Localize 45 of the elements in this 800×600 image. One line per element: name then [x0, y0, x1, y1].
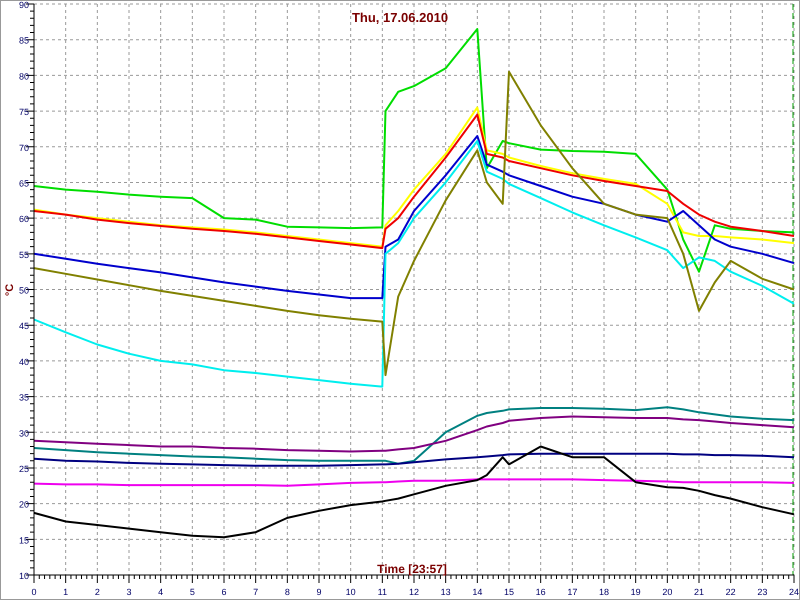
tick-label: 80: [18, 71, 29, 82]
tick-label: 1: [63, 587, 68, 597]
tick-label: 70: [18, 142, 29, 153]
tick-label: 90: [18, 1, 29, 10]
tick-label: 20: [18, 500, 29, 510]
tick-label: 17: [567, 587, 578, 597]
tick-label: 14: [472, 587, 482, 597]
tick-label: 7: [253, 587, 258, 597]
tick-label: 65: [18, 178, 29, 188]
tick-label: 0: [32, 587, 36, 597]
tick-label: 22: [726, 587, 736, 597]
tick-label: 50: [18, 286, 29, 296]
axis-label: °C: [4, 284, 16, 296]
tick-label: 75: [18, 107, 29, 118]
tick-label: 16: [536, 587, 546, 597]
tick-label: 18: [599, 587, 609, 597]
tick-label: 20: [662, 587, 672, 597]
tick-label: 40: [18, 356, 29, 367]
tick-label: 8: [284, 587, 290, 597]
tick-label: 55: [18, 250, 29, 260]
tick-label: 4: [158, 587, 164, 597]
tick-label: 30: [18, 428, 29, 438]
tick-label: 45: [18, 321, 29, 332]
tick-label: 10: [346, 587, 356, 597]
tick-label: 2: [94, 587, 100, 597]
tick-label: 9: [316, 587, 322, 597]
tick-label: 10: [18, 571, 29, 581]
tick-label: 11: [378, 587, 387, 597]
tick-label: 23: [757, 587, 768, 597]
tick-label: 3: [126, 587, 132, 597]
tick-label: 13: [440, 587, 451, 597]
tick-label: 15: [504, 587, 514, 597]
tick-label: 21: [694, 587, 704, 597]
tick-label: 25: [18, 464, 29, 474]
chart-title: Thu, 17.06.2010: [352, 10, 448, 25]
tick-label: 19: [630, 587, 641, 597]
tick-label: 85: [18, 36, 29, 46]
tick-label: 5: [190, 587, 195, 597]
tick-label: 15: [18, 535, 29, 546]
tick-label: 60: [18, 214, 29, 224]
axis-label: Time [23:57]: [377, 562, 447, 576]
tick-label: 24: [789, 587, 799, 597]
tick-label: 35: [18, 392, 29, 403]
tick-label: 12: [409, 587, 419, 597]
tick-label: 6: [222, 587, 226, 597]
